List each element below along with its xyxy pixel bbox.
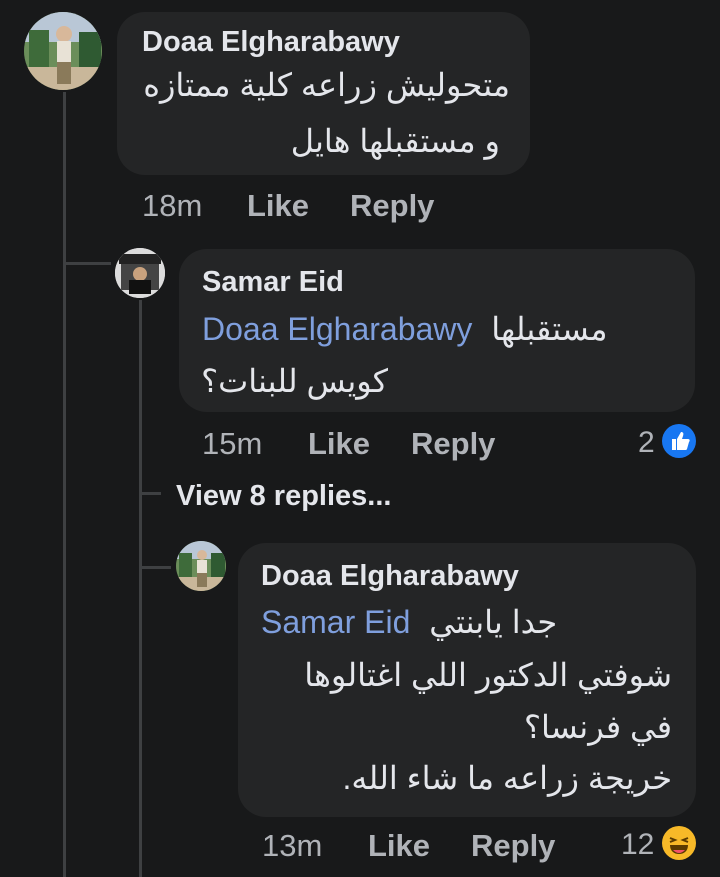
like-button[interactable]: Like bbox=[368, 828, 430, 864]
comment-text-line: في فرنسا؟ bbox=[524, 709, 672, 745]
reaction-count[interactable]: 2 bbox=[638, 426, 655, 460]
mention-link[interactable]: Samar Eid bbox=[261, 604, 410, 640]
comment-text-line: كويس للبنات؟ bbox=[201, 363, 388, 399]
avatar-photo-icon bbox=[176, 541, 226, 591]
comment-text-line: Doaa Elgharabawy مستقبلها bbox=[202, 310, 608, 348]
comment-author[interactable]: Samar Eid bbox=[202, 266, 344, 299]
reaction-count[interactable]: 12 bbox=[621, 828, 654, 862]
thread-line-branch-1 bbox=[63, 262, 111, 265]
comment-timestamp: 18m bbox=[142, 188, 203, 223]
comment-text-line: خريجة زراعه ما شاء الله. bbox=[342, 760, 672, 796]
avatar[interactable] bbox=[24, 12, 102, 90]
reply-button[interactable]: Reply bbox=[411, 426, 495, 462]
comment-text-line: Samar Eid جدا يابنتي bbox=[261, 603, 557, 641]
mention-link[interactable]: Doaa Elgharabawy bbox=[202, 311, 472, 347]
comment-author[interactable]: Doaa Elgharabawy bbox=[261, 560, 519, 593]
reply-button[interactable]: Reply bbox=[350, 188, 434, 224]
thread-line-reply-1 bbox=[139, 300, 142, 877]
mention-suffix: جدا يابنتي bbox=[429, 604, 558, 640]
mention-suffix: مستقبلها bbox=[491, 311, 608, 347]
comment-text-line: و مستقبلها هايل bbox=[290, 123, 500, 159]
thread-line-branch-2 bbox=[139, 566, 171, 569]
avatar-photo-icon bbox=[24, 12, 102, 90]
comment-timestamp: 13m bbox=[262, 828, 323, 863]
avatar[interactable] bbox=[176, 541, 226, 591]
thread-line-main bbox=[63, 92, 66, 877]
comment-text-line: متحوليش زراعه كلية ممتازه bbox=[143, 67, 510, 103]
comment-timestamp: 15m bbox=[202, 426, 263, 461]
avatar-photo-icon bbox=[115, 248, 165, 298]
like-button[interactable]: Like bbox=[308, 426, 370, 462]
view-replies-link[interactable]: View 8 replies... bbox=[176, 480, 391, 513]
comment-author[interactable]: Doaa Elgharabawy bbox=[142, 26, 400, 59]
comment-text-line: شوفتي الدكتور اللي اغتالوها bbox=[304, 657, 672, 693]
haha-icon[interactable] bbox=[662, 826, 696, 860]
like-icon[interactable] bbox=[662, 424, 696, 458]
like-button[interactable]: Like bbox=[247, 188, 309, 224]
reply-button[interactable]: Reply bbox=[471, 828, 555, 864]
thread-line-view-replies bbox=[139, 492, 161, 495]
avatar[interactable] bbox=[115, 248, 165, 298]
